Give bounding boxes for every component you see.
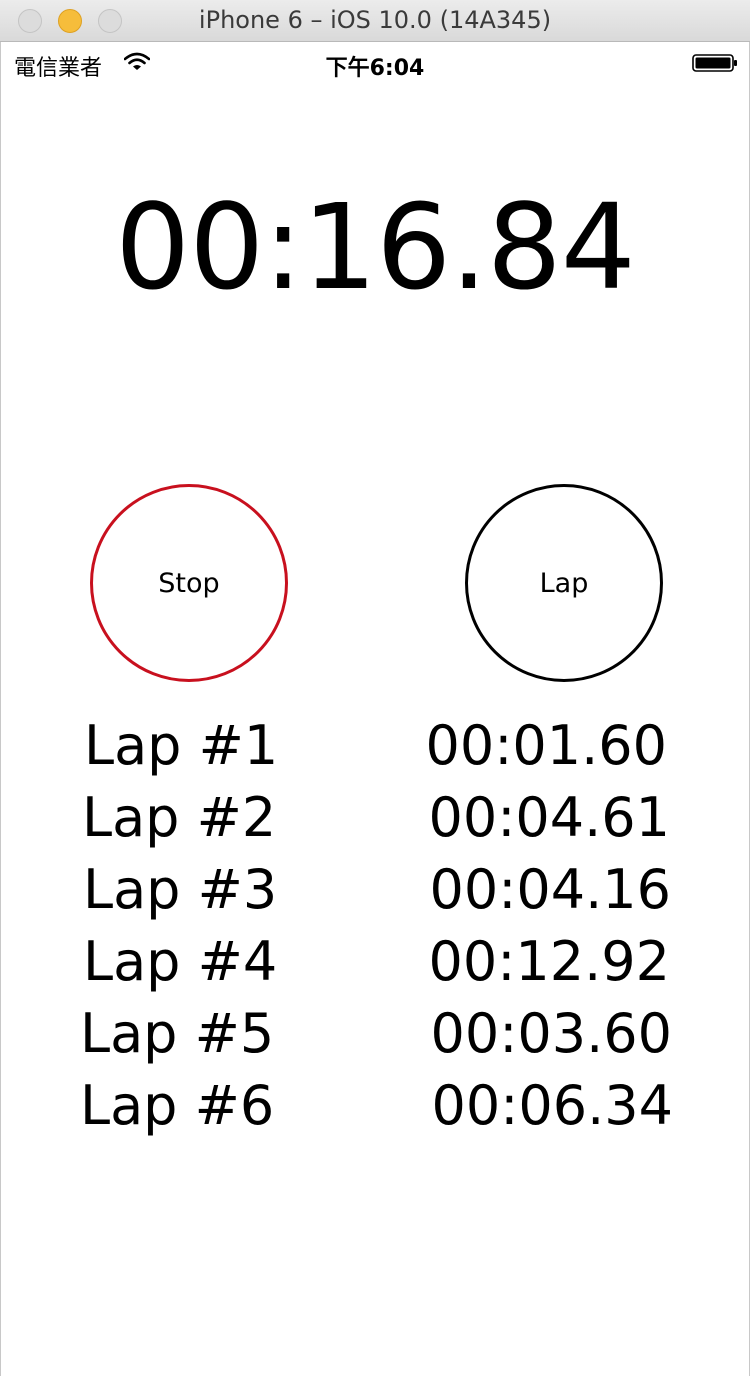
lap-time: 00:12.92: [428, 930, 671, 993]
lap-label: Lap #4: [83, 930, 278, 993]
window-title: iPhone 6 – iOS 10.0 (14A345): [198, 6, 552, 34]
stop-button-label: Stop: [158, 567, 220, 599]
lap-time: 00:06.34: [431, 1074, 674, 1137]
lap-row: Lap #3 00:04.16: [0, 858, 750, 930]
lap-label: Lap #5: [80, 1002, 275, 1065]
lap-label: Lap #6: [80, 1074, 275, 1137]
window-title-bar: iPhone 6 – iOS 10.0 (14A345): [0, 0, 750, 42]
lap-row: Lap #6 00:06.34: [0, 1074, 750, 1146]
stop-button[interactable]: Stop: [90, 484, 288, 682]
lap-time: 00:01.60: [425, 714, 668, 777]
lap-button[interactable]: Lap: [465, 484, 663, 682]
ios-status-bar: 電信業者 下午6:04: [0, 42, 750, 82]
lap-time: 00:03.60: [430, 1002, 673, 1065]
status-time: 下午6:04: [325, 56, 425, 81]
lap-row: Lap #1 00:01.60: [0, 714, 750, 786]
lap-row: Lap #5 00:03.60: [0, 1002, 750, 1074]
simulator-window: iPhone 6 – iOS 10.0 (14A345) 電信業者 下午6:04…: [0, 0, 750, 1376]
lap-label: Lap #1: [84, 714, 279, 777]
lap-label: Lap #3: [83, 858, 278, 921]
lap-time: 00:04.61: [428, 786, 671, 849]
lap-label: Lap #2: [82, 786, 277, 849]
lap-button-label: Lap: [539, 567, 589, 599]
lap-time: 00:04.16: [429, 858, 672, 921]
lap-row: Lap #2 00:04.61: [0, 786, 750, 858]
lap-row: Lap #4 00:12.92: [0, 930, 750, 1002]
elapsed-time-display: 00:16.84: [115, 178, 636, 316]
battery-icon: [692, 54, 737, 72]
